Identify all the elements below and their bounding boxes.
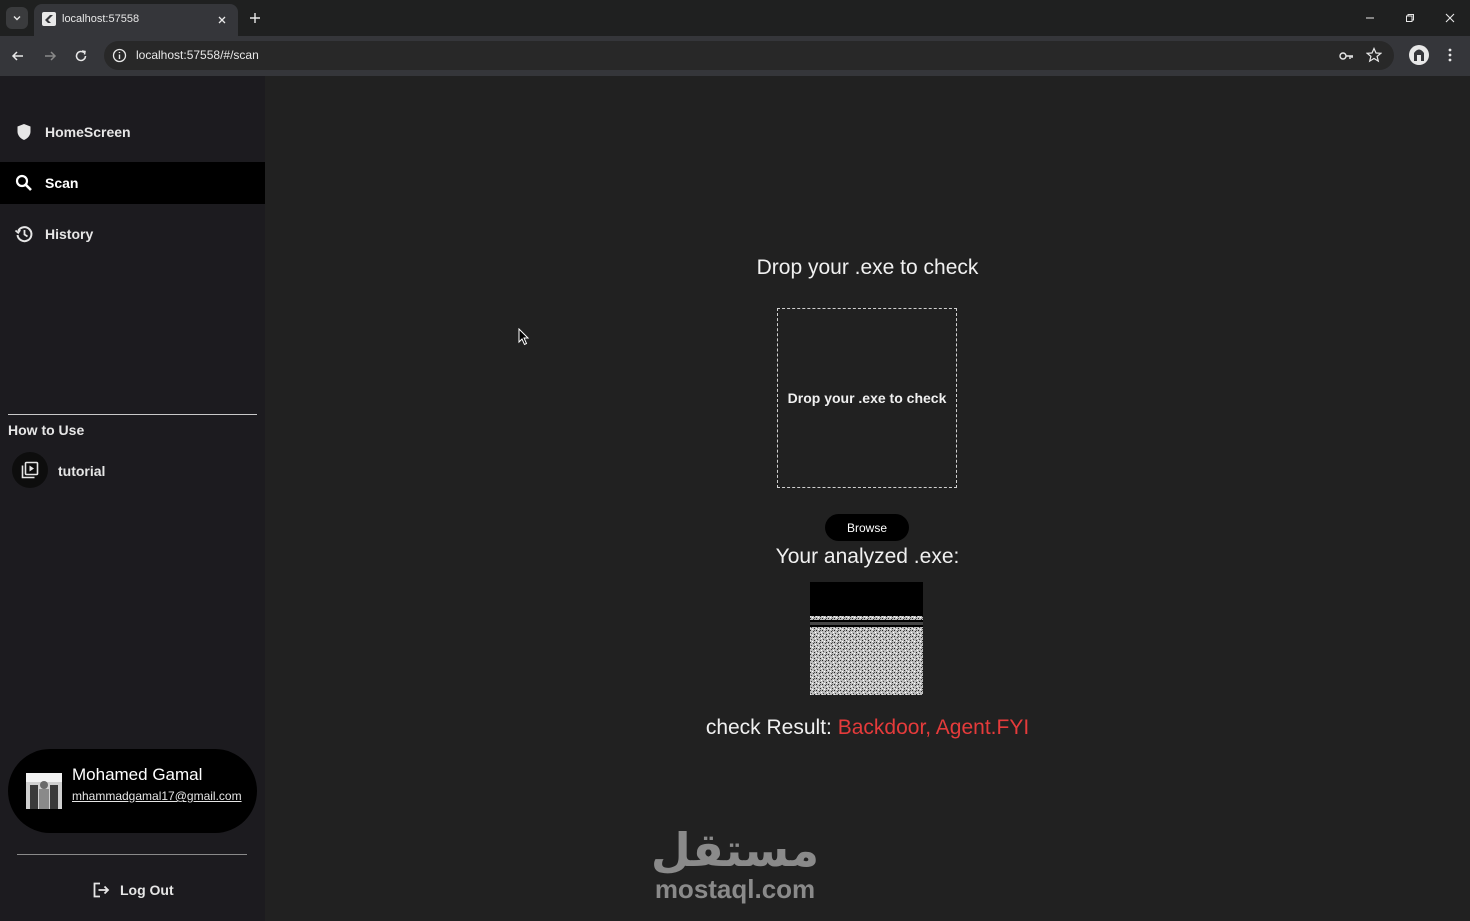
close-icon [218, 16, 226, 24]
drop-title: Drop your .exe to check [756, 256, 979, 279]
restore-button[interactable] [1390, 0, 1430, 36]
video-library-icon [21, 461, 39, 479]
flutter-favicon-icon [42, 12, 56, 26]
new-tab-button[interactable] [246, 9, 264, 27]
tab-close-button[interactable] [214, 12, 230, 28]
chevron-down-icon [13, 16, 21, 21]
browser-menu-button[interactable] [1442, 46, 1458, 64]
tutorial-button[interactable] [12, 452, 48, 488]
browser-tab-bar: localhost:57558 [0, 0, 1470, 36]
watermark-text: mostaql.com [654, 874, 816, 904]
reload-button[interactable] [70, 45, 92, 67]
key-icon[interactable] [1338, 48, 1354, 64]
sidebar-item-history[interactable]: History [0, 213, 265, 255]
check-result: check Result: Backdoor, Agent.FYI [265, 716, 1470, 740]
file-drop-zone[interactable]: Drop your .exe to check [777, 308, 957, 488]
close-window-button[interactable] [1430, 0, 1470, 36]
arrow-left-icon [11, 51, 23, 61]
scan-page: Drop your .exe to check Drop your .exe t… [265, 76, 1470, 921]
analyzed-title: Your analyzed .exe: [775, 545, 960, 568]
shield-icon [17, 124, 31, 140]
watermark: مستقل mostaql.com [645, 816, 825, 906]
close-icon [1445, 13, 1455, 23]
url-text: localhost:57558/#/scan [136, 48, 259, 62]
incognito-profile-icon[interactable] [1408, 44, 1430, 66]
browse-button[interactable]: Browse [825, 514, 909, 541]
forward-button[interactable] [39, 45, 61, 67]
result-label: check Result: [705, 716, 832, 739]
user-name: Mohamed Gamal [72, 765, 203, 784]
browser-tab[interactable]: localhost:57558 [34, 4, 238, 36]
sidebar-item-label: History [45, 226, 94, 242]
user-email[interactable]: mhammadgamal17@gmail.com [72, 788, 242, 805]
mostaql-logo-icon: مستقل [651, 823, 819, 874]
sidebar-item-label: Scan [45, 175, 79, 191]
browser-toolbar: localhost:57558/#/scan [0, 36, 1470, 76]
analyzed-exe-image [810, 582, 923, 695]
sidebar-divider [17, 854, 247, 855]
sidebar-item-homescreen[interactable]: HomeScreen [0, 111, 265, 153]
plus-icon [250, 13, 260, 23]
window-controls [1350, 0, 1470, 36]
section-title: How to Use [8, 422, 85, 438]
sidebar-divider [8, 414, 257, 415]
logout-label: Log Out [120, 882, 174, 898]
user-card: Mohamed Gamal mhammadgamal17@gmail.com [8, 749, 257, 833]
arrow-right-icon [45, 51, 57, 61]
minimize-button[interactable] [1350, 0, 1390, 36]
history-icon [14, 226, 33, 243]
star-icon[interactable] [1366, 47, 1382, 63]
tab-list-button[interactable] [6, 7, 28, 29]
address-bar[interactable]: localhost:57558/#/scan [104, 41, 1394, 70]
restore-icon [1406, 14, 1414, 22]
search-icon [15, 174, 32, 191]
avatar [26, 773, 62, 809]
info-icon [112, 48, 127, 63]
tab-title: localhost:57558 [62, 13, 140, 25]
sidebar-item-label: HomeScreen [45, 124, 131, 140]
result-value: Backdoor, Agent.FYI [837, 716, 1030, 739]
reload-icon [75, 50, 87, 62]
watermark-glyph: مستقل [651, 823, 819, 874]
sidebar: HomeScreen Scan History How to Use tutor… [0, 76, 265, 921]
mouse-cursor-icon [518, 328, 530, 346]
tutorial-link[interactable]: tutorial [58, 463, 105, 479]
minimize-icon [1366, 17, 1374, 19]
logout-icon [93, 882, 110, 898]
drop-zone-text: Drop your .exe to check [787, 390, 947, 406]
back-button[interactable] [7, 45, 29, 67]
kebab-menu-icon [1448, 48, 1452, 62]
sidebar-item-scan[interactable]: Scan [0, 162, 265, 204]
